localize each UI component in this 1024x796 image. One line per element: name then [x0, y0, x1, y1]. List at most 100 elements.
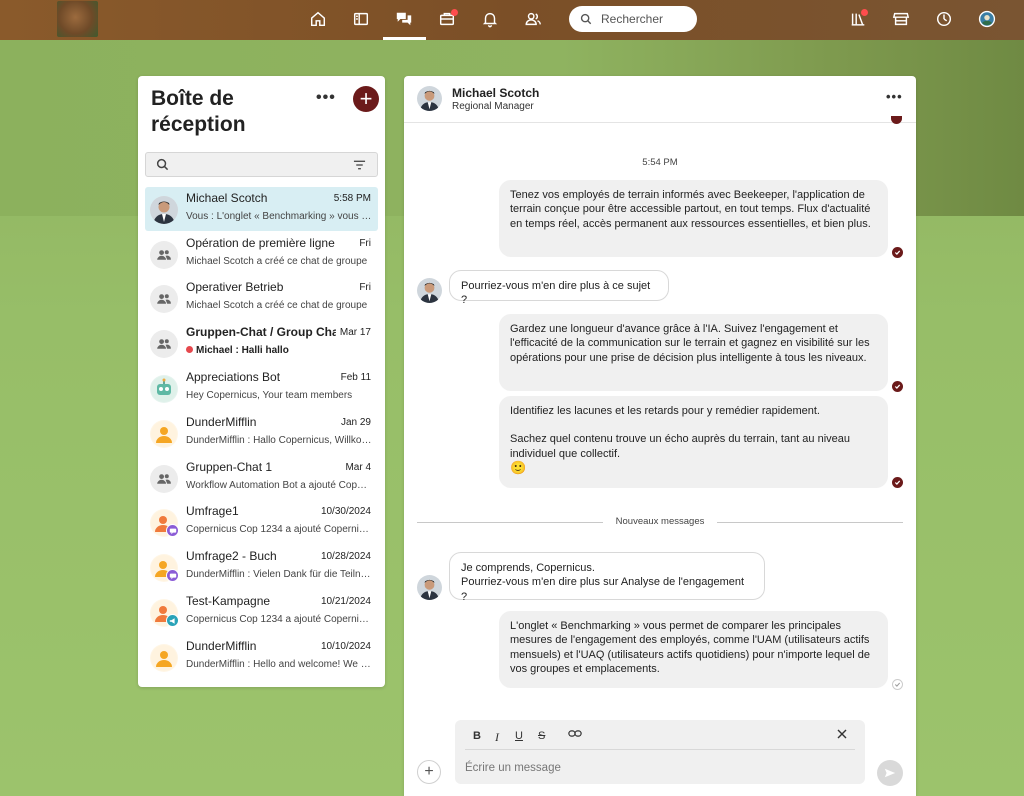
outgoing-message[interactable]: Identifiez les lacunes et les retards po…	[499, 396, 888, 488]
conversation-name: Operativer Betrieb	[186, 280, 284, 294]
chat-icon[interactable]	[391, 8, 417, 30]
inbox-panel: Boîte de réception ••• + Michael Scotch …	[138, 76, 385, 687]
bot-avatar	[150, 375, 178, 403]
store-icon[interactable]	[888, 8, 914, 30]
search-input[interactable]: Rechercher	[569, 6, 697, 32]
conversation-date: 5:58 PM	[333, 193, 371, 204]
bold-button[interactable]: B	[473, 730, 481, 742]
conversation-name: Appreciations Bot	[186, 370, 281, 384]
contact-name[interactable]: Michael Scotch	[452, 86, 539, 100]
read-receipt-icon	[892, 247, 903, 258]
bell-icon[interactable]	[477, 8, 503, 30]
conversation-preview: Michael Scotch a créé ce chat de groupe	[186, 300, 368, 311]
chat-panel: Michael Scotch Regional Manager ••• 5:54…	[404, 76, 916, 796]
conversation-date: 10/21/2024	[320, 596, 371, 607]
tools-badge	[451, 9, 458, 16]
inbox-title: Boîte de réception	[151, 87, 246, 136]
conversation-preview: DunderMifflin : Hallo Copernicus, Willko…	[186, 435, 372, 446]
sender-avatar[interactable]	[417, 278, 442, 303]
conversation-date: 10/10/2024	[320, 641, 371, 652]
link-icon[interactable]	[568, 729, 582, 741]
message-timestamp: 5:54 PM	[642, 157, 678, 168]
outgoing-message[interactable]: Gardez une longueur d'avance grâce à l'I…	[499, 314, 888, 391]
conversation-item[interactable]: DunderMifflin 10/10/2024 DunderMifflin :…	[145, 635, 378, 679]
group-icon	[150, 465, 178, 493]
group-icon	[150, 285, 178, 313]
conversation-preview: Vous : L'onglet « Benchmarking » vous pe…	[186, 211, 372, 222]
smile-emoji: 🙂	[510, 459, 527, 475]
message-line: Je comprends, Copernicus.	[461, 562, 595, 574]
feed-icon[interactable]	[348, 8, 374, 30]
underline-button[interactable]: U	[515, 730, 523, 742]
conversation-name: Opération de première ligne	[186, 236, 335, 250]
strikethrough-button[interactable]: S	[538, 730, 545, 742]
close-icon[interactable]	[837, 729, 847, 742]
search-placeholder: Rechercher	[601, 12, 664, 26]
new-messages-separator: Nouveaux messages	[417, 516, 903, 528]
conversation-item[interactable]: Gruppen-Chat / Group Chat Mar 17 Michael…	[145, 321, 378, 365]
filter-icon[interactable]	[353, 159, 366, 171]
incoming-message[interactable]: Je comprends, Copernicus. Pourriez-vous …	[449, 552, 765, 603]
conversation-item[interactable]: Michael Scotch 5:58 PM Vous : L'onglet «…	[145, 187, 378, 231]
person-avatar	[150, 420, 178, 448]
conversation-item[interactable]: Umfrage2 - Buch 10/28/2024 DunderMifflin…	[145, 545, 378, 589]
home-icon[interactable]	[305, 8, 331, 30]
avatar	[150, 196, 178, 224]
profile-icon[interactable]	[974, 8, 1000, 30]
group-icon	[150, 241, 178, 269]
conversation-item[interactable]: Appreciations Bot Feb 11 Hey Copernicus,…	[145, 366, 378, 410]
conversation-date: Mar 4	[345, 462, 371, 473]
new-messages-label: Nouveaux messages	[615, 516, 705, 527]
conversation-preview: DunderMifflin : Vielen Dank für die Teil…	[186, 569, 372, 580]
read-receipt-icon	[892, 381, 903, 392]
contact-role: Regional Manager	[452, 101, 534, 112]
chat-header: Michael Scotch Regional Manager •••	[404, 76, 916, 123]
conversation-item[interactable]: Opération de première ligne Fri Michael …	[145, 232, 378, 276]
unread-dot	[186, 346, 193, 353]
top-navigation-bar: Rechercher	[0, 0, 1024, 40]
conversation-date: Feb 11	[340, 372, 371, 383]
conversation-name: Umfrage1	[186, 504, 239, 518]
conversation-preview: Copernicus Cop 1234 a ajouté Copernicus	[186, 614, 372, 625]
conversation-name: Test-Kampagne	[186, 594, 271, 608]
company-logo[interactable]	[57, 1, 98, 37]
new-conversation-button[interactable]: +	[353, 86, 379, 112]
conversation-item[interactable]: Operativer Betrieb Fri Michael Scotch a …	[145, 276, 378, 320]
library-badge	[861, 9, 868, 16]
conversation-item[interactable]: Gruppen-Chat 1 Mar 4 Workflow Automation…	[145, 456, 378, 500]
conversation-date: Fri	[359, 238, 371, 249]
conversation-name: DunderMifflin	[186, 415, 257, 429]
outgoing-message[interactable]: Tenez vos employés de terrain informés a…	[499, 180, 888, 257]
conversation-name: Michael Scotch	[186, 191, 268, 205]
message-input[interactable]: Écrire un message	[465, 762, 561, 774]
italic-button[interactable]: I	[495, 730, 499, 745]
message-line: Sachez quel contenu trouve un écho auprè…	[510, 433, 851, 460]
incoming-message[interactable]: Pourriez-vous m'en dire plus à ce sujet …	[449, 270, 669, 306]
attach-button[interactable]: +	[417, 760, 441, 784]
sent-receipt-icon	[892, 679, 903, 690]
gauge-icon[interactable]	[931, 8, 957, 30]
outgoing-message[interactable]: L'onglet « Benchmarking » vous permet de…	[499, 611, 888, 688]
message-line: Identifiez les lacunes et les retards po…	[510, 405, 820, 417]
people-icon[interactable]	[520, 8, 546, 30]
group-icon	[150, 330, 178, 358]
inbox-more-button[interactable]: •••	[316, 89, 336, 107]
survey-icon	[166, 524, 179, 537]
active-tab-indicator	[383, 37, 426, 40]
campaign-icon	[166, 614, 179, 627]
survey-icon	[166, 569, 179, 582]
conversation-preview: Workflow Automation Bot a ajouté Coperni…	[186, 480, 372, 491]
conversation-preview: Michael : Halli hallo	[186, 345, 372, 356]
read-receipt-icon	[892, 477, 903, 488]
conversation-item[interactable]: Test-Kampagne 10/21/2024 Copernicus Cop …	[145, 590, 378, 634]
inbox-search-field[interactable]	[145, 152, 378, 177]
send-button[interactable]	[877, 760, 903, 786]
composer-divider	[465, 749, 855, 750]
chat-more-button[interactable]: •••	[886, 89, 903, 104]
conversation-item[interactable]: Umfrage1 10/30/2024 Copernicus Cop 1234 …	[145, 500, 378, 544]
conversation-date: 10/30/2024	[320, 506, 371, 517]
sender-avatar[interactable]	[417, 575, 442, 600]
person-avatar	[150, 644, 178, 672]
conversation-item[interactable]: DunderMifflin Jan 29 DunderMifflin : Hal…	[145, 411, 378, 455]
contact-avatar[interactable]	[417, 86, 442, 111]
